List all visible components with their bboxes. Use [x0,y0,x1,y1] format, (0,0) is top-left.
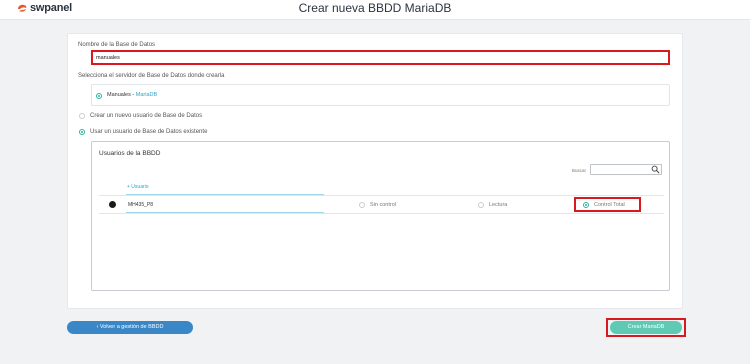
page-title: Crear nueva BBDD MariaDB [298,1,452,15]
user-name: MH435_P8 [128,202,154,208]
perm-full-radio[interactable] [583,202,589,208]
new-user-radio[interactable] [79,113,85,119]
perm-read-radio[interactable] [478,202,484,208]
server-radio[interactable] [96,93,102,99]
create-button[interactable]: Crear MariaDB [610,321,682,334]
server-option-box[interactable] [91,84,670,106]
add-user-link[interactable]: + Usuario [127,184,149,190]
perm-none-radio[interactable] [359,202,365,208]
top-header: swpanel Crear nueva BBDD MariaDB [0,0,750,20]
search-icon[interactable] [651,165,660,174]
new-user-label[interactable]: Crear un nuevo usuario de Base de Datos [90,113,202,119]
perm-read-label[interactable]: Lectura [489,202,507,208]
server-version: MariaDB [135,92,158,98]
table-divider-top [99,195,664,196]
server-name: Manuales [107,92,131,98]
user-status-dot [109,201,116,208]
perm-none-label[interactable]: Sin control [370,202,396,208]
users-panel [91,141,670,291]
existing-user-label[interactable]: Usar un usuario de Base de Datos existen… [90,129,207,135]
server-option-label: Manuales - MariaDB [107,92,157,98]
server-label: Selecciona el servidor de Base de Datos … [78,73,225,79]
existing-user-radio[interactable] [79,129,85,135]
db-name-label: Nombre de la Base de Datos [78,42,156,48]
db-name-input[interactable] [91,50,670,65]
perm-full-label[interactable]: Control Total [594,202,625,208]
table-divider-bottom [99,213,664,214]
users-title: Usuarios de la BBDD [99,150,161,157]
back-button[interactable]: ‹ Volver a gestión de BBDD [67,321,193,334]
search-label: Buscar [572,168,587,173]
